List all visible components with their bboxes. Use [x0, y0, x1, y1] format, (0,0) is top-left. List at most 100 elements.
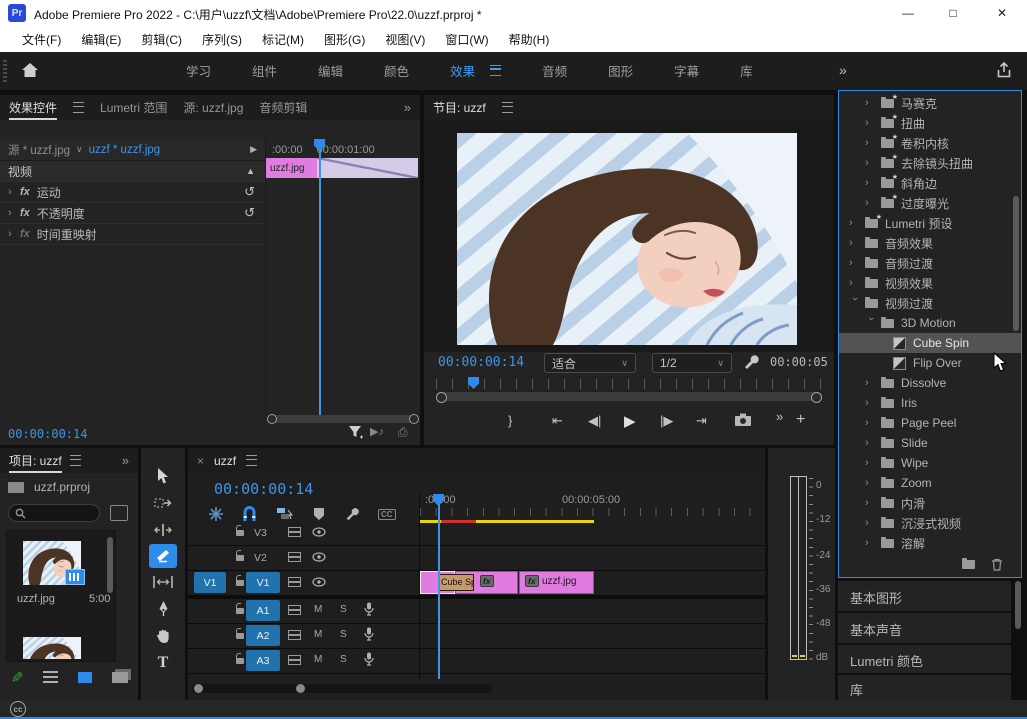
- mute-button[interactable]: M: [314, 629, 322, 640]
- effects-item-wipe[interactable]: ›Wipe: [839, 453, 1021, 473]
- tab-source-monitor[interactable]: 源: uzzf.jpg: [183, 99, 243, 116]
- creative-cloud-icon[interactable]: cc: [10, 701, 26, 717]
- play-button[interactable]: ▶: [624, 412, 636, 430]
- panel-menu-icon[interactable]: [70, 455, 81, 466]
- workspace-tab-captions[interactable]: 字幕: [674, 61, 699, 80]
- libraries-panel-header[interactable]: 库: [838, 675, 1011, 700]
- tab-overflow-icon[interactable]: »: [122, 453, 129, 468]
- workspace-tab-assembly[interactable]: 组件: [252, 61, 277, 80]
- lock-icon[interactable]: [236, 580, 244, 586]
- home-button[interactable]: [20, 60, 40, 80]
- menu-clip[interactable]: 剪辑(C): [131, 26, 192, 52]
- chevron-right-icon[interactable]: ›: [8, 207, 20, 219]
- scroll-handle[interactable]: [811, 392, 822, 403]
- voiceover-mic-icon[interactable]: [364, 627, 374, 641]
- ripple-edit-tool[interactable]: [146, 517, 180, 543]
- writable-pencil-icon[interactable]: ✎: [7, 671, 25, 684]
- zoom-handle-left[interactable]: [194, 684, 203, 693]
- effects-item-dissolve-cn[interactable]: ›溶解: [839, 533, 1021, 553]
- ec-h-scrollbar[interactable]: [268, 415, 418, 423]
- tab-lumetri-scopes[interactable]: Lumetri 范围: [100, 99, 167, 116]
- workspace-tab-graphics[interactable]: 图形: [608, 61, 633, 80]
- transition-cube-spin[interactable]: Cube Spin: [438, 574, 474, 591]
- track-target-v3[interactable]: V3: [254, 527, 267, 539]
- track-target-v2[interactable]: V2: [254, 552, 267, 564]
- effects-item-overexpose[interactable]: ›过度曝光: [839, 193, 1021, 213]
- toggle-track-output-eye-icon[interactable]: [312, 577, 326, 587]
- clip-name[interactable]: uzzf.jpg: [17, 593, 55, 605]
- type-tool[interactable]: T: [146, 650, 180, 676]
- delete-trash-icon[interactable]: [991, 558, 1003, 571]
- playback-resolution-select[interactable]: 1/2∨: [652, 353, 732, 373]
- slip-tool[interactable]: [146, 569, 180, 595]
- tab-program-monitor[interactable]: 节目: uzzf: [433, 99, 486, 116]
- sync-lock-icon[interactable]: [288, 527, 301, 537]
- track-target-v1[interactable]: V1: [246, 572, 280, 593]
- export-frame-button[interactable]: [734, 413, 752, 427]
- effects-item-twirl[interactable]: ›扭曲: [839, 113, 1021, 133]
- pen-tool[interactable]: [146, 596, 180, 622]
- voiceover-mic-icon[interactable]: [364, 602, 374, 616]
- filter-properties-button[interactable]: [348, 425, 364, 439]
- sync-lock-icon[interactable]: [288, 630, 301, 640]
- filmstrip-badge-icon[interactable]: [65, 569, 85, 585]
- effects-item-push[interactable]: ›内滑: [839, 493, 1021, 513]
- chevron-down-icon[interactable]: ∨: [76, 144, 83, 155]
- search-bin-icon[interactable]: [110, 505, 128, 521]
- go-to-in-button[interactable]: ⇤: [552, 413, 563, 429]
- right-stack-scrollbar[interactable]: [1015, 581, 1021, 629]
- effect-row-motion[interactable]: › fx 运动 ↺: [0, 182, 265, 203]
- track-target-a2[interactable]: A2: [246, 625, 280, 646]
- effects-item-3d-motion[interactable]: ›3D Motion: [839, 313, 1021, 333]
- new-custom-bin-icon[interactable]: [962, 560, 975, 569]
- effects-scrollbar[interactable]: [1013, 196, 1019, 331]
- effect-row-time-remapping[interactable]: › fx 时间重映射: [0, 224, 265, 245]
- scroll-handle[interactable]: [267, 414, 277, 424]
- workspace-tab-editing[interactable]: 编辑: [318, 61, 343, 80]
- voiceover-mic-icon[interactable]: [364, 652, 374, 666]
- workspace-tab-learning[interactable]: 学习: [186, 61, 211, 80]
- clip-thumbnail-partial[interactable]: [23, 637, 81, 659]
- razor-tool[interactable]: [149, 544, 177, 568]
- timeline-timecode[interactable]: 00:00:00:14: [214, 480, 313, 498]
- workspace-tab-libraries[interactable]: 库: [740, 61, 753, 80]
- zoom-level-select[interactable]: 适合∨: [544, 353, 636, 373]
- scroll-handle[interactable]: [409, 414, 419, 424]
- effects-item-audio-effects[interactable]: ›音频效果: [839, 233, 1021, 253]
- reset-effect-icon[interactable]: ↺: [244, 184, 255, 200]
- add-marker-icon[interactable]: [314, 508, 324, 520]
- workspace-tab-effects[interactable]: 效果: [450, 61, 475, 80]
- collapse-icon[interactable]: ▲: [246, 166, 255, 176]
- menu-file[interactable]: 文件(F): [12, 26, 71, 52]
- panel-menu-icon[interactable]: [246, 455, 257, 466]
- tab-project[interactable]: 项目: uzzf: [9, 452, 62, 469]
- flyout-arrow-icon[interactable]: ▶: [250, 144, 257, 155]
- navigate-up-icon[interactable]: [8, 482, 24, 493]
- effects-item-mosaic[interactable]: ›马赛克: [839, 93, 1021, 113]
- freeform-view-button[interactable]: [112, 672, 128, 683]
- sync-lock-icon[interactable]: [288, 552, 301, 562]
- effects-item-iris[interactable]: ›Iris: [839, 393, 1021, 413]
- toggle-track-output-eye-icon[interactable]: [312, 552, 326, 562]
- solo-button[interactable]: S: [340, 629, 347, 640]
- lock-icon[interactable]: [236, 608, 244, 614]
- mute-button[interactable]: M: [314, 654, 322, 665]
- effects-item-immersive-video[interactable]: ›沉浸式视频: [839, 513, 1021, 533]
- program-ruler[interactable]: [436, 379, 822, 389]
- zoom-handle-right[interactable]: [296, 684, 305, 693]
- ec-timecode[interactable]: 00:00:00:14: [8, 427, 87, 441]
- clip-uzzf-part3[interactable]: fx uzzf.jpg: [519, 571, 594, 594]
- more-controls-icon[interactable]: »: [776, 409, 783, 424]
- go-to-out-button[interactable]: ⇥: [696, 413, 707, 429]
- track-select-forward-tool[interactable]: [146, 490, 180, 516]
- program-scrollbar[interactable]: [436, 392, 822, 401]
- panel-menu-icon[interactable]: [502, 102, 513, 113]
- timeline-playhead-line[interactable]: [438, 504, 440, 679]
- lock-icon[interactable]: [236, 555, 244, 561]
- tab-effect-controls[interactable]: 效果控件: [9, 99, 57, 116]
- snap-magnet-icon[interactable]: [242, 506, 257, 522]
- add-button-editor[interactable]: +: [796, 411, 805, 429]
- tab-sequence-uzzf[interactable]: uzzf: [214, 454, 236, 468]
- panel-menu-icon[interactable]: [73, 102, 84, 113]
- menu-help[interactable]: 帮助(H): [499, 26, 560, 52]
